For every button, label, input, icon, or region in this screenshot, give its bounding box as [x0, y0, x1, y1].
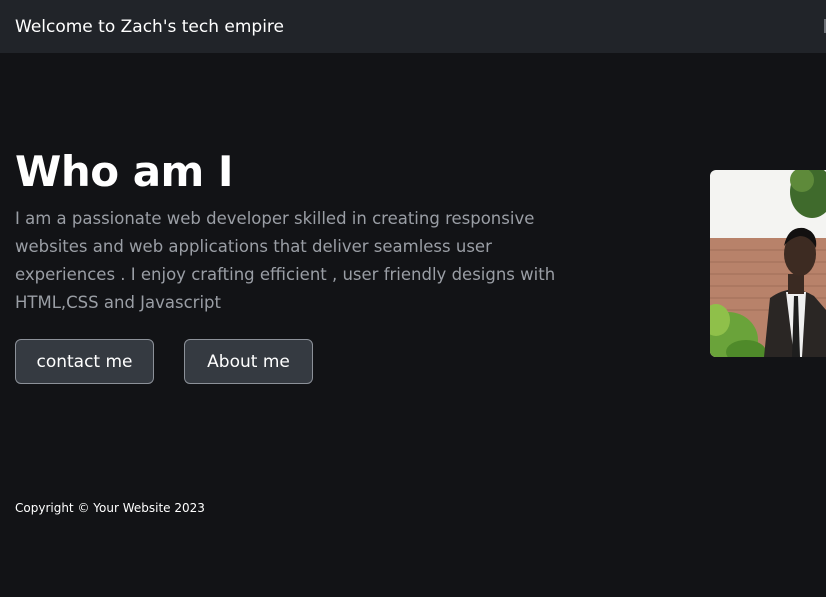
about-me-button[interactable]: About me [184, 339, 313, 384]
contact-me-button[interactable]: contact me [15, 339, 154, 384]
profile-photo-image [710, 170, 826, 357]
hero-title: Who am I [15, 147, 234, 196]
navbar-brand[interactable]: Welcome to Zach's tech empire [15, 15, 284, 39]
footer-copyright: Copyright © Your Website 2023 [15, 501, 205, 515]
profile-photo [710, 170, 826, 357]
navbar: Welcome to Zach's tech empire [0, 0, 826, 53]
hero-description: I am a passionate web developer skilled … [15, 209, 556, 312]
